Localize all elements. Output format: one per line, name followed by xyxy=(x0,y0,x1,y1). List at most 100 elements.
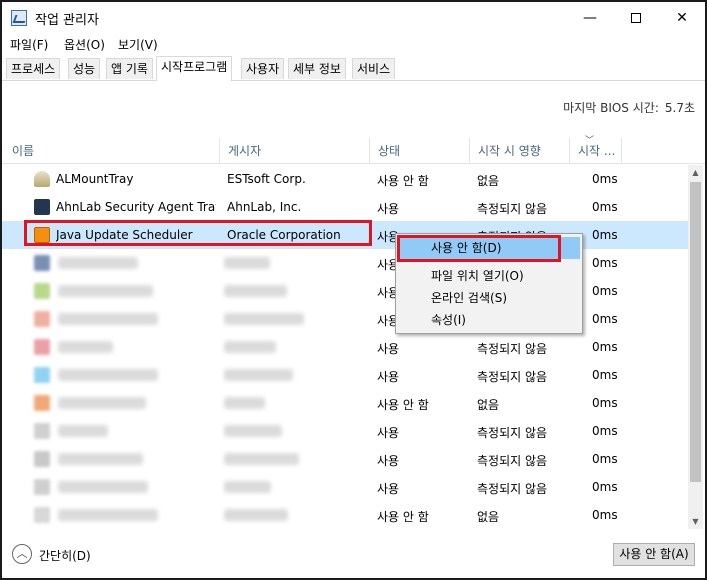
row-startup-time: 0ms xyxy=(592,508,618,522)
tab-bar: 프로세스 성능 앱 기록 시작프로그램 사용자 세부 정보 서비스 xyxy=(2,56,705,81)
blurred-icon xyxy=(34,395,50,411)
ahnlab-icon xyxy=(34,199,50,215)
table-row[interactable]: 사용 측정되지 않음 0ms xyxy=(2,417,688,445)
tab-app-history[interactable]: 앱 기록 xyxy=(106,58,153,79)
minimize-button[interactable]: — xyxy=(567,2,613,34)
column-header-cpu[interactable]: 시작 ... xyxy=(570,138,622,164)
row-status: 사용 xyxy=(377,202,400,216)
row-status: 사용 안 함 xyxy=(377,510,429,524)
redacted-text xyxy=(224,509,288,521)
table-row[interactable]: 사용 0ms xyxy=(2,277,688,305)
column-header-impact[interactable]: 시작 시 영향 xyxy=(470,138,570,164)
menu-bar: 파일(F) 옵션(O) 보기(V) xyxy=(2,34,705,56)
almount-icon xyxy=(34,171,50,187)
table-row[interactable]: 사용 측정되지 않음 0ms xyxy=(2,333,688,361)
row-impact: 측정되지 않음 xyxy=(477,426,548,440)
menu-view[interactable]: 보기(V) xyxy=(118,36,158,53)
column-header-name[interactable]: 이름 xyxy=(4,138,220,164)
task-manager-icon xyxy=(11,10,27,26)
table-row[interactable]: 사용 0ms xyxy=(2,249,688,277)
row-status: 사용 안 함 xyxy=(377,398,429,412)
redacted-text xyxy=(224,285,287,297)
disable-button[interactable]: 사용 안 함(A) xyxy=(613,543,695,566)
maximize-icon xyxy=(631,13,641,23)
redacted-text xyxy=(58,257,138,269)
menu-file[interactable]: 파일(F) xyxy=(10,36,48,53)
redacted-text xyxy=(58,341,113,353)
table-row[interactable]: ALMountTray ESTsoft Corp. 사용 안 함 없음 0ms xyxy=(2,165,688,193)
row-name: AhnLab Security Agent Tray... xyxy=(56,200,216,214)
row-status: 사용 xyxy=(377,342,400,356)
blurred-icon xyxy=(34,451,50,467)
row-impact: 측정되지 않음 xyxy=(477,202,548,216)
footer: ︿ 간단히(D) 사용 안 함(A) xyxy=(2,535,705,578)
context-menu-search-online[interactable]: 온라인 검색(S) xyxy=(398,287,580,309)
table-row[interactable]: 사용 측정되지 않음 0ms xyxy=(2,473,688,501)
close-button[interactable]: ✕ xyxy=(659,2,705,34)
blurred-icon xyxy=(34,507,50,523)
row-impact: 없음 xyxy=(477,510,500,524)
row-impact: 측정되지 않음 xyxy=(477,342,548,356)
row-startup-time: 0ms xyxy=(592,452,618,466)
column-header-status[interactable]: 상태 xyxy=(370,138,470,164)
maximize-button[interactable] xyxy=(613,2,659,34)
context-menu-open-file-location[interactable]: 파일 위치 열기(O) xyxy=(398,265,580,287)
menu-options[interactable]: 옵션(O) xyxy=(64,36,105,53)
row-startup-time: 0ms xyxy=(592,228,618,242)
redacted-text xyxy=(224,257,270,269)
row-status: 사용 xyxy=(377,426,400,440)
redacted-text xyxy=(224,481,271,493)
tab-performance[interactable]: 성능 xyxy=(68,58,101,79)
tab-services[interactable]: 서비스 xyxy=(352,58,396,79)
title-bar[interactable]: 작업 관리자 — ✕ xyxy=(2,2,705,34)
table-row[interactable]: 사용 안 함 없음 0ms xyxy=(2,389,688,417)
row-impact: 측정되지 않음 xyxy=(477,370,548,384)
vertical-scrollbar[interactable]: ▲ ▼ xyxy=(688,165,703,529)
redacted-text xyxy=(224,369,293,381)
row-status: 사용 xyxy=(377,454,400,468)
redacted-text xyxy=(58,285,153,297)
table-row[interactable]: 사용 측정되지 않음 0ms xyxy=(2,361,688,389)
redacted-text xyxy=(58,313,158,325)
scroll-down-icon[interactable]: ▼ xyxy=(688,514,703,529)
scroll-thumb[interactable] xyxy=(690,182,701,482)
tab-users[interactable]: 사용자 xyxy=(241,58,285,79)
redacted-text xyxy=(224,453,299,465)
blurred-icon xyxy=(34,479,50,495)
java-row-highlight-box xyxy=(24,220,372,246)
column-header-publisher[interactable]: 게시자 xyxy=(220,138,370,164)
table-row[interactable]: 사용 측정되지 않음 0ms xyxy=(2,445,688,473)
collapse-link[interactable]: 간단히(D) xyxy=(39,547,91,564)
redacted-text xyxy=(224,397,265,409)
blurred-icon xyxy=(34,423,50,439)
table-row[interactable]: 사용 0ms xyxy=(2,305,688,333)
table-row[interactable]: AhnLab Security Agent Tray... AhnLab, Inc… xyxy=(2,193,688,221)
row-impact: 측정되지 않음 xyxy=(477,482,548,496)
task-manager-window: 작업 관리자 — ✕ 파일(F) 옵션(O) 보기(V) 프로세스 성능 앱 기… xyxy=(0,0,707,580)
row-status: 사용 xyxy=(377,370,400,384)
tab-processes[interactable]: 프로세스 xyxy=(6,58,61,79)
redacted-text xyxy=(224,313,304,325)
row-startup-time: 0ms xyxy=(592,424,618,438)
tab-startup[interactable]: 시작프로그램 xyxy=(156,56,233,81)
row-publisher: AhnLab, Inc. xyxy=(227,200,302,214)
row-startup-time: 0ms xyxy=(592,200,618,214)
row-startup-time: 0ms xyxy=(592,368,618,382)
table-row[interactable]: 사용 안 함 없음 0ms xyxy=(2,501,688,529)
row-publisher: ESTsoft Corp. xyxy=(227,172,306,186)
row-impact: 없음 xyxy=(477,398,500,412)
redacted-text xyxy=(58,453,143,465)
chevron-up-icon[interactable]: ︿ xyxy=(12,544,32,564)
row-startup-time: 0ms xyxy=(592,480,618,494)
tab-details[interactable]: 세부 정보 xyxy=(288,58,346,79)
row-name: ALMountTray xyxy=(56,172,134,186)
redacted-text xyxy=(58,509,158,521)
row-startup-time: 0ms xyxy=(592,284,618,298)
scroll-up-icon[interactable]: ▲ xyxy=(688,165,703,180)
bios-time-label: 마지막 BIOS 시간: xyxy=(563,101,659,115)
context-menu-properties[interactable]: 속성(I) xyxy=(398,309,580,331)
row-status: 사용 안 함 xyxy=(377,174,429,188)
window-title: 작업 관리자 xyxy=(35,13,99,28)
blurred-icon xyxy=(34,339,50,355)
redacted-text xyxy=(58,481,148,493)
